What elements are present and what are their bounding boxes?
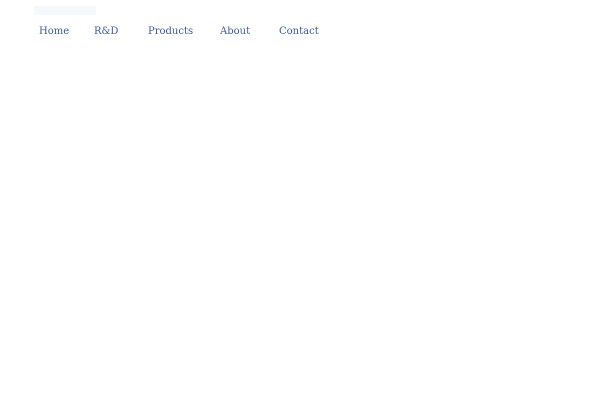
main-content bbox=[0, 50, 600, 400]
logo-placeholder bbox=[34, 6, 96, 15]
nav-link-rd[interactable]: R&D bbox=[94, 23, 118, 41]
nav-link-about[interactable]: About bbox=[220, 23, 250, 41]
nav-link-home[interactable]: Home bbox=[39, 23, 69, 41]
nav-link-contact[interactable]: Contact bbox=[279, 23, 319, 41]
top-navigation: Home R&D Products About Contact bbox=[0, 23, 600, 41]
nav-link-products[interactable]: Products bbox=[148, 23, 193, 41]
